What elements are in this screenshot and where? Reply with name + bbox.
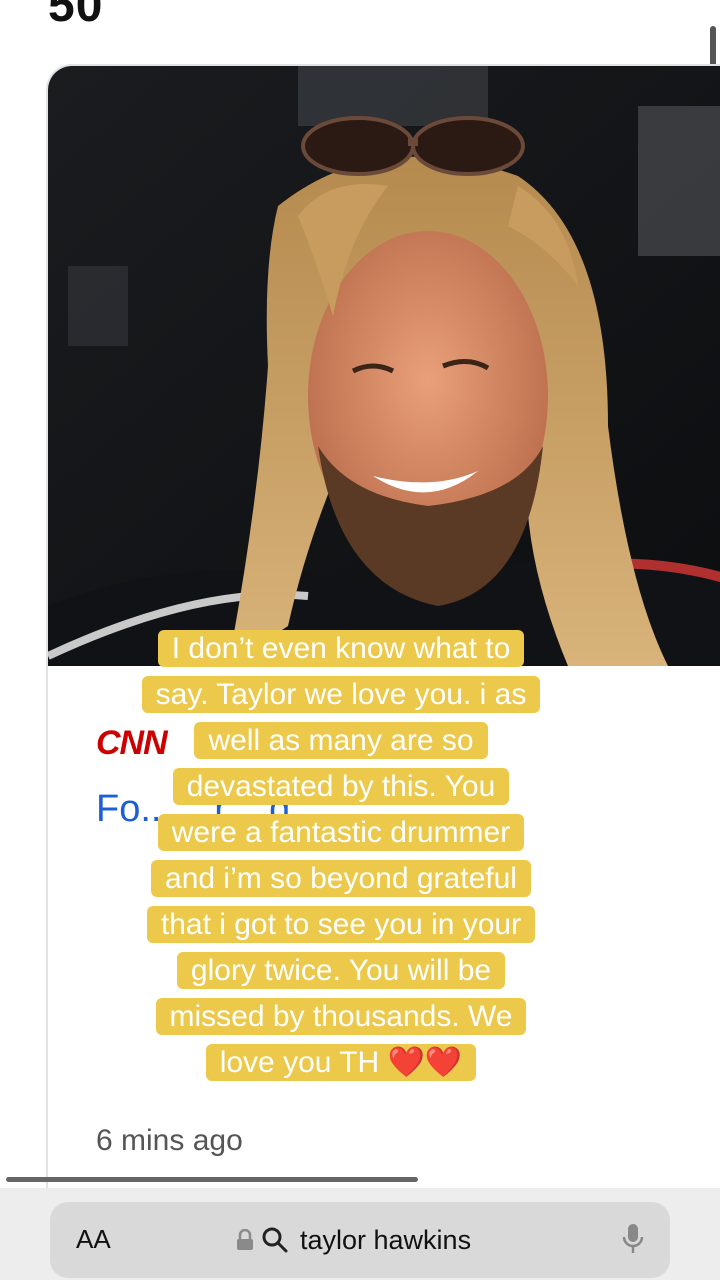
caption-line: and i’m so beyond grateful	[151, 860, 531, 897]
browser-bottom-bar: AA taylor hawkins	[0, 1188, 720, 1280]
photo-illustration	[48, 66, 720, 666]
caption-line: were a fantastic drummer	[157, 814, 525, 851]
caption-overlay: I don’t even know what to say. Taylor we…	[96, 626, 586, 1086]
article-timestamp: 6 mins ago	[96, 1124, 243, 1157]
caption-line: I don’t even know what to	[157, 630, 525, 667]
caption-line: love you TH ❤️❤️	[205, 1044, 477, 1081]
article-photo[interactable]	[48, 66, 720, 666]
url-display[interactable]: taylor hawkins	[236, 1222, 471, 1258]
search-icon	[262, 1227, 288, 1253]
lock-icon	[237, 1229, 253, 1250]
text-size-icon[interactable]: AA	[76, 1224, 111, 1255]
result-number: 50	[48, 0, 104, 32]
caption-line: say. Taylor we love you. i as	[141, 676, 541, 713]
caption-line: well as many are so	[194, 722, 488, 759]
url-text: taylor hawkins	[300, 1224, 472, 1255]
caption-line: glory twice. You will be	[176, 952, 506, 989]
caption-line: devastated by this. You	[172, 768, 510, 805]
caption-line: that i got to see you in your	[146, 906, 536, 943]
horizontal-scroll-indicator	[6, 1177, 418, 1182]
caption-line: missed by thousands. We	[155, 998, 527, 1035]
microphone-icon[interactable]	[622, 1222, 644, 1256]
address-bar[interactable]: AA taylor hawkins	[50, 1202, 670, 1278]
